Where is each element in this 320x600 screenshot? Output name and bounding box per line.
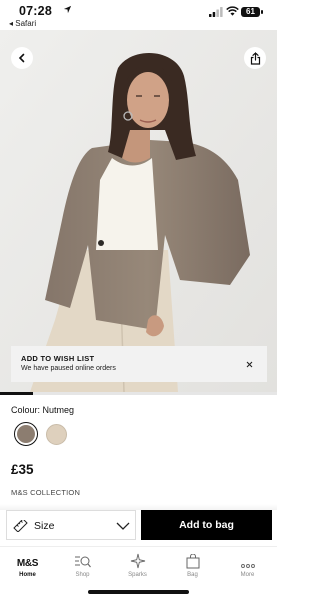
back-to-safari-link[interactable]: ◂ Safari [9, 19, 36, 28]
battery-level: 61 [246, 7, 255, 16]
search-list-icon [75, 556, 91, 568]
tab-more[interactable]: More [220, 547, 275, 583]
ms-logo: M&S [16, 558, 39, 569]
sparkle-icon [130, 553, 145, 569]
tab-bag-label: Bag [187, 572, 198, 578]
colour-swatch-alt[interactable] [46, 424, 67, 445]
toast-close-button[interactable] [243, 358, 255, 370]
share-icon [250, 51, 260, 65]
colour-value: Nutmeg [42, 405, 75, 415]
tab-sparks[interactable]: Sparks [110, 547, 165, 583]
tab-bag[interactable]: Bag [165, 547, 220, 583]
wifi-icon [226, 6, 239, 16]
tab-home[interactable]: M&S Home [0, 547, 55, 583]
battery-tip [261, 10, 263, 14]
tab-shop[interactable]: Shop [55, 547, 110, 583]
add-to-bag-button[interactable]: Add to bag [141, 510, 272, 540]
ruler-icon [13, 520, 28, 532]
colour-label: Colour: Nutmeg [11, 405, 74, 415]
gallery-progress-fill [0, 392, 34, 395]
bag-icon [186, 554, 199, 569]
chevron-down-icon [116, 522, 130, 530]
tab-home-label: Home [19, 572, 36, 578]
toast-title: ADD TO WISH LIST [21, 354, 95, 363]
signal-icon [209, 7, 223, 17]
close-icon [246, 361, 252, 367]
back-button[interactable] [11, 47, 33, 69]
wishlist-toast: ADD TO WISH LIST We have paused online o… [11, 346, 267, 382]
more-icon [240, 564, 255, 568]
location-arrow-icon [63, 5, 72, 14]
product-price: £35 [11, 462, 34, 477]
size-select[interactable]: Size [6, 510, 136, 540]
chevron-left-icon [18, 53, 25, 63]
tab-shop-label: Shop [75, 572, 90, 578]
product-brand: M&S COLLECTION [11, 488, 81, 497]
size-label: Size [34, 520, 55, 532]
home-indicator [88, 590, 189, 594]
toast-message: We have paused online orders [21, 365, 116, 372]
colour-prefix: Colour: [11, 405, 43, 415]
colour-swatch-nutmeg[interactable] [14, 422, 38, 446]
status-time: 07:28 [19, 4, 52, 18]
tab-sparks-label: Sparks [128, 572, 147, 578]
swatch-dot [17, 425, 35, 443]
tab-more-label: More [240, 572, 255, 578]
product-photo [0, 30, 277, 392]
battery-icon: 61 [241, 7, 260, 17]
product-image-gallery[interactable]: ADD TO WISH LIST We have paused online o… [0, 30, 277, 392]
share-button[interactable] [244, 47, 266, 69]
gallery-progress-bar [0, 392, 277, 395]
status-bar: 07:28 ◂ Safari 61 [0, 0, 277, 30]
